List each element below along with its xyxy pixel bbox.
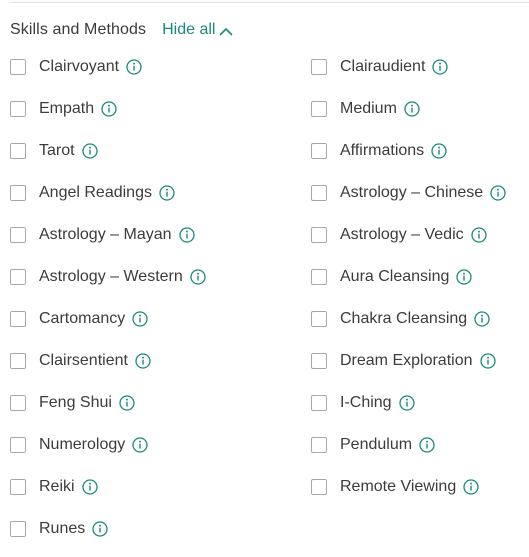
option-item[interactable]: Reiki	[10, 476, 98, 498]
option-item[interactable]: Feng Shui	[10, 392, 135, 414]
section-header: Skills and Methods Hide all	[10, 19, 233, 41]
option-checkbox[interactable]	[311, 353, 327, 369]
option-label: Astrology – Chinese	[340, 184, 484, 201]
option-checkbox[interactable]	[10, 395, 26, 411]
option-label: Remote Viewing	[340, 478, 457, 495]
info-icon[interactable]	[135, 353, 151, 369]
option-item[interactable]: Empath	[10, 98, 117, 120]
option-checkbox[interactable]	[311, 395, 327, 411]
info-icon[interactable]	[474, 311, 490, 327]
option-label: Astrology – Vedic	[340, 226, 464, 243]
option-item[interactable]: Medium	[311, 98, 420, 120]
option-checkbox[interactable]	[311, 269, 327, 285]
option-item[interactable]: Aura Cleansing	[311, 266, 473, 288]
option-label: Clairvoyant	[39, 58, 120, 75]
hide-all-toggle[interactable]: Hide all	[162, 21, 233, 39]
option-label: Clairaudient	[340, 58, 426, 75]
info-icon[interactable]	[398, 395, 415, 411]
option-label: Feng Shui	[39, 394, 112, 411]
option-item[interactable]: Tarot	[10, 140, 98, 162]
option-checkbox[interactable]	[10, 101, 26, 117]
info-icon[interactable]	[159, 185, 175, 201]
option-label: Cartomancy	[39, 310, 126, 327]
option-checkbox[interactable]	[311, 227, 327, 243]
option-item[interactable]: Cartomancy	[10, 308, 148, 330]
option-checkbox[interactable]	[10, 269, 26, 285]
hide-all-label: Hide all	[162, 21, 216, 38]
option-label: Empath	[39, 100, 95, 117]
option-checkbox[interactable]	[10, 521, 26, 537]
info-icon[interactable]	[119, 395, 135, 411]
option-item[interactable]: Clairvoyant	[10, 56, 142, 78]
info-icon[interactable]	[404, 101, 420, 117]
option-checkbox[interactable]	[311, 479, 327, 495]
info-icon[interactable]	[456, 269, 473, 285]
option-item[interactable]: Chakra Cleansing	[311, 308, 490, 330]
option-checkbox[interactable]	[10, 185, 26, 201]
option-checkbox[interactable]	[311, 143, 327, 159]
option-item[interactable]: Pendulum	[311, 434, 435, 456]
option-checkbox[interactable]	[10, 353, 26, 369]
info-icon[interactable]	[132, 311, 148, 327]
option-item[interactable]: Affirmations	[311, 140, 447, 162]
top-divider	[10, 2, 529, 3]
option-label: Angel Readings	[39, 184, 152, 201]
option-checkbox[interactable]	[10, 311, 26, 327]
info-icon[interactable]	[81, 143, 98, 159]
info-icon[interactable]	[490, 185, 506, 201]
option-item[interactable]: Runes	[10, 518, 108, 540]
option-item[interactable]: Clairsentient	[10, 350, 151, 372]
option-item[interactable]: Remote Viewing	[311, 476, 479, 498]
info-icon[interactable]	[463, 479, 479, 495]
option-checkbox[interactable]	[311, 59, 327, 75]
info-icon[interactable]	[190, 269, 206, 285]
option-item[interactable]: Astrology – Vedic	[311, 224, 487, 246]
option-label: Affirmations	[340, 142, 425, 159]
option-item[interactable]: Dream Exploration	[311, 350, 496, 372]
option-checkbox[interactable]	[311, 437, 327, 453]
option-label: Aura Cleansing	[340, 268, 450, 285]
option-item[interactable]: Astrology – Mayan	[10, 224, 195, 246]
info-icon[interactable]	[431, 143, 447, 159]
option-item[interactable]: Numerology	[10, 434, 148, 456]
option-checkbox[interactable]	[10, 437, 26, 453]
info-icon[interactable]	[432, 59, 449, 75]
option-label: Numerology	[39, 436, 126, 453]
info-icon[interactable]	[470, 227, 487, 243]
info-icon[interactable]	[92, 521, 108, 537]
option-item[interactable]: Astrology – Chinese	[311, 182, 506, 204]
option-checkbox[interactable]	[311, 311, 327, 327]
option-checkbox[interactable]	[10, 479, 26, 495]
info-icon[interactable]	[419, 437, 435, 453]
option-label: Chakra Cleansing	[340, 310, 468, 327]
option-label: Dream Exploration	[340, 352, 473, 369]
info-icon[interactable]	[178, 227, 195, 243]
info-icon[interactable]	[101, 101, 117, 117]
option-checkbox[interactable]	[10, 227, 26, 243]
option-item[interactable]: Astrology – Western	[10, 266, 206, 288]
info-icon[interactable]	[126, 59, 142, 75]
option-checkbox[interactable]	[311, 185, 327, 201]
option-item[interactable]: I-Ching	[311, 392, 415, 414]
section-title: Skills and Methods	[10, 21, 147, 38]
option-label: Clairsentient	[39, 352, 128, 369]
option-item[interactable]: Angel Readings	[10, 182, 175, 204]
info-icon[interactable]	[132, 437, 148, 453]
option-label: Medium	[340, 100, 397, 117]
option-label: I-Ching	[340, 394, 392, 411]
option-label: Astrology – Western	[39, 268, 183, 285]
option-label: Runes	[39, 520, 86, 537]
option-checkbox[interactable]	[311, 101, 327, 117]
option-checkbox[interactable]	[10, 143, 26, 159]
option-label: Tarot	[39, 142, 75, 159]
option-label: Pendulum	[340, 436, 413, 453]
option-item[interactable]: Clairaudient	[311, 56, 449, 78]
option-checkbox[interactable]	[10, 59, 26, 75]
info-icon[interactable]	[81, 479, 98, 495]
chevron-up-icon	[220, 27, 233, 35]
option-label: Astrology – Mayan	[39, 226, 172, 243]
info-icon[interactable]	[479, 353, 496, 369]
option-label: Reiki	[39, 478, 75, 495]
